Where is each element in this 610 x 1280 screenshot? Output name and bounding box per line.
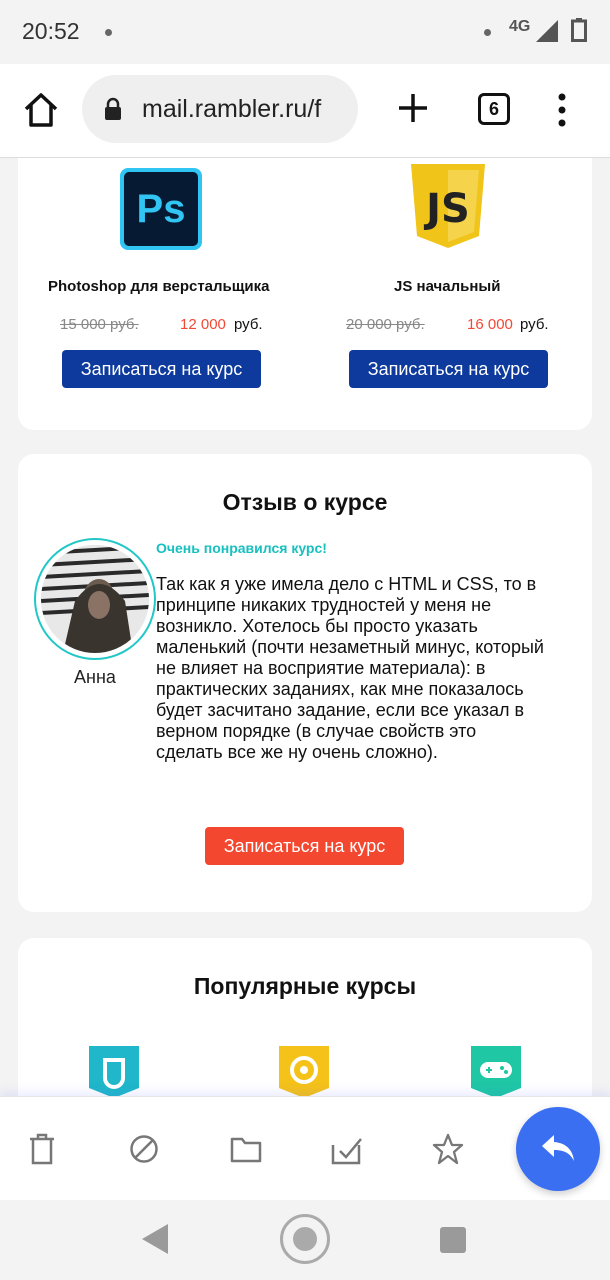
block-icon[interactable] [128, 1133, 160, 1165]
home-nav-icon [293, 1227, 317, 1251]
home-icon[interactable] [22, 91, 60, 129]
reply-icon [542, 1135, 574, 1161]
enroll-button[interactable]: Записаться на курс [62, 350, 261, 388]
network-type: 4G [509, 18, 531, 35]
javascript-logo-icon: JS [411, 164, 485, 248]
review-title: Отзыв о курсе [222, 489, 388, 515]
reply-button[interactable] [516, 1107, 600, 1191]
courses-card: Ps JS Photoshop для верстальщика JS нача… [18, 158, 592, 430]
battery-icon [571, 18, 587, 42]
tab-switcher-button[interactable]: 6 [478, 93, 510, 125]
old-price: 15 000 руб. [60, 316, 139, 333]
lock-icon [105, 97, 121, 120]
trash-icon[interactable] [26, 1133, 58, 1165]
avatar [34, 538, 156, 660]
star-icon[interactable] [432, 1133, 464, 1165]
url-text: mail.rambler.ru/f [142, 95, 322, 123]
mark-read-icon[interactable] [331, 1133, 363, 1165]
svg-text:JS: JS [423, 186, 470, 232]
folder-icon[interactable] [230, 1133, 262, 1165]
cyan-course-icon[interactable] [89, 1046, 139, 1098]
review-headline: Очень понравился курс! [156, 540, 327, 556]
currency-label: руб. [520, 316, 549, 333]
notification-dot-icon [105, 29, 112, 36]
browser-toolbar: mail.rambler.ru/f 6 [0, 64, 610, 158]
system-navigation-bar [0, 1200, 610, 1280]
home-nav-button[interactable] [280, 1214, 330, 1264]
gamepad-course-icon[interactable] [471, 1046, 521, 1098]
course-title[interactable]: JS начальный [394, 278, 500, 295]
enroll-button[interactable]: Записаться на курс [205, 827, 404, 865]
mail-actions-toolbar [0, 1096, 610, 1200]
old-price: 20 000 руб. [346, 316, 425, 333]
popular-courses-title: Популярные курсы [193, 973, 417, 999]
notification-dot-icon [484, 29, 491, 36]
course-title[interactable]: Photoshop для верстальщика [48, 278, 270, 295]
new-price: 12 000 [180, 316, 226, 333]
address-bar[interactable]: mail.rambler.ru/f [82, 75, 358, 143]
yellow-course-icon[interactable] [279, 1046, 329, 1098]
email-content: Ps JS Photoshop для верстальщика JS нача… [0, 158, 610, 1098]
status-bar: 20:52 4G [0, 0, 610, 64]
new-price: 16 000 [467, 316, 513, 333]
photoshop-logo-icon: Ps [120, 168, 202, 250]
back-icon[interactable] [142, 1224, 168, 1254]
avatar-photo [41, 545, 149, 653]
review-text: Так как я уже имела дело с HTML и CSS, т… [156, 574, 544, 762]
review-author: Анна [74, 667, 116, 687]
status-time: 20:52 [22, 18, 80, 44]
enroll-button[interactable]: Записаться на курс [349, 350, 548, 388]
recent-apps-icon[interactable] [440, 1227, 466, 1253]
signal-icon [536, 20, 558, 42]
new-tab-icon[interactable] [395, 90, 431, 126]
more-menu-icon[interactable] [552, 92, 572, 128]
currency-label: руб. [234, 316, 263, 333]
